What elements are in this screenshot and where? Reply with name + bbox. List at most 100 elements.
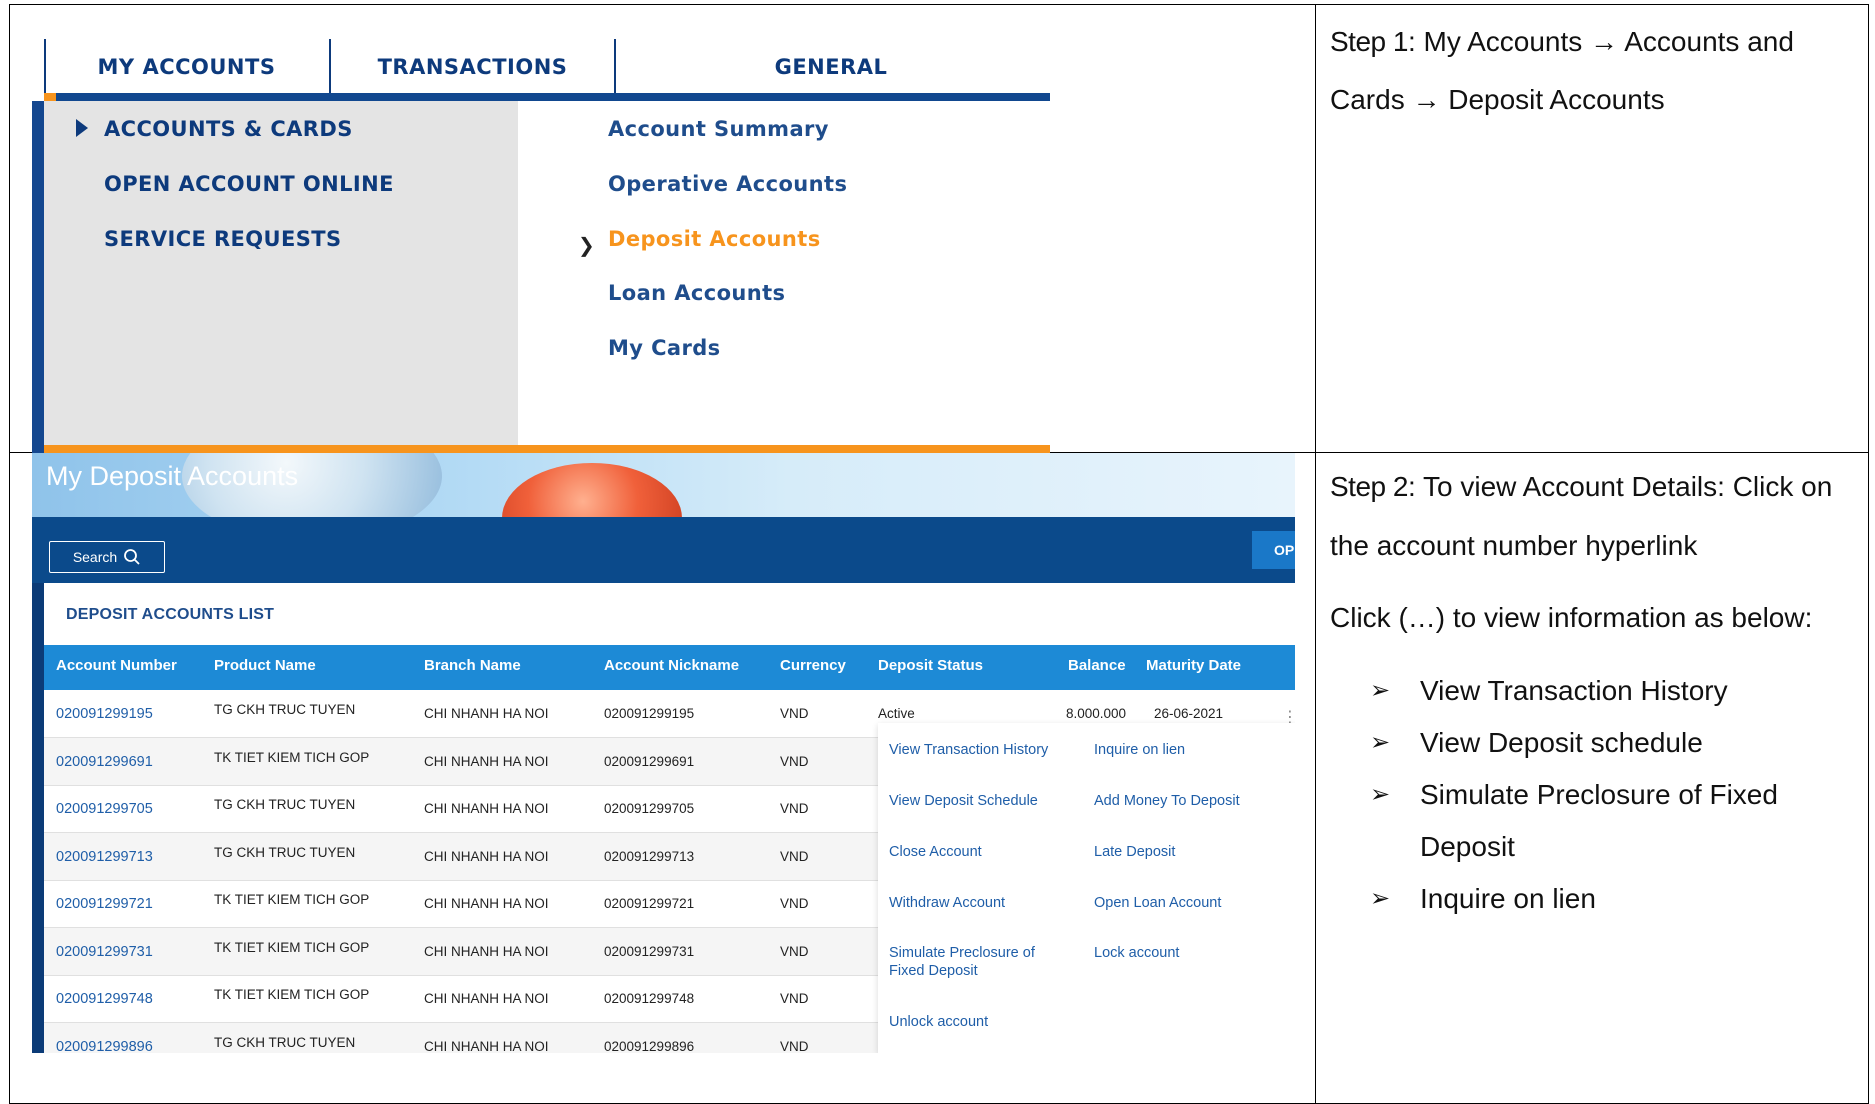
action-unlock-account[interactable]: Unlock account bbox=[889, 1013, 988, 1031]
submenu-my-cards[interactable]: My Cards bbox=[608, 336, 721, 360]
top-navigation: MY ACCOUNTS TRANSACTIONS GENERAL bbox=[44, 39, 1050, 95]
currency: VND bbox=[780, 943, 809, 959]
menu-left-panel bbox=[44, 101, 518, 445]
account-number-link[interactable]: 020091299195 bbox=[56, 706, 153, 722]
account-number-link[interactable]: 020091299896 bbox=[56, 1039, 153, 1054]
menu-right-panel bbox=[518, 101, 1050, 445]
submenu-account-summary[interactable]: Account Summary bbox=[608, 117, 829, 141]
step1-text-cell: Step 1: My Accounts → Accounts and Cards… bbox=[1315, 4, 1869, 453]
account-number-link[interactable]: 020091299713 bbox=[56, 849, 153, 865]
product-name: TK TIET KIEM TICH GOP bbox=[214, 939, 370, 955]
submenu-deposit-accounts[interactable]: Deposit Accounts bbox=[608, 227, 821, 251]
branch-name: CHI NHANH HA NOI bbox=[424, 896, 549, 911]
account-number-link[interactable]: 020091299721 bbox=[56, 896, 153, 912]
header-branch-name: Branch Name bbox=[424, 657, 521, 674]
bullet-item: ➢ Inquire on lien bbox=[1370, 873, 1854, 925]
arrow-bullet-icon: ➢ bbox=[1370, 677, 1391, 704]
action-view-deposit-schedule[interactable]: View Deposit Schedule bbox=[889, 792, 1038, 810]
tab-transactions[interactable]: TRANSACTIONS bbox=[331, 39, 614, 95]
submenu-operative-accounts[interactable]: Operative Accounts bbox=[608, 172, 847, 196]
background-edge bbox=[32, 583, 44, 1053]
maturity-date: 26-06-2021 bbox=[1154, 706, 1224, 721]
tab-general[interactable]: GENERAL bbox=[616, 39, 1046, 95]
action-close-account[interactable]: Close Account bbox=[889, 843, 982, 861]
bullet-item: ➢ View Transaction History bbox=[1370, 665, 1854, 717]
account-nickname: 020091299705 bbox=[604, 801, 695, 816]
account-nickname: 020091299748 bbox=[604, 991, 695, 1006]
currency: VND bbox=[780, 753, 809, 769]
product-name: TG CKH TRUC TUYEN bbox=[214, 844, 356, 860]
info-bullet-list: ➢ View Transaction History ➢ View Deposit … bbox=[1370, 665, 1854, 925]
account-nickname: 020091299896 bbox=[604, 1038, 695, 1054]
action-inquire-on-lien[interactable]: Inquire on lien bbox=[1094, 741, 1185, 759]
list-title: DEPOSIT ACCOUNTS LIST bbox=[66, 606, 275, 623]
product-name: TK TIET KIEM TICH GOP bbox=[214, 892, 370, 907]
branch-name: CHI NHANH HA NOI bbox=[424, 753, 549, 769]
arrow-bullet-icon: ➢ bbox=[1370, 885, 1391, 912]
action-view-transaction-history[interactable]: View Transaction History bbox=[889, 741, 1048, 759]
header-product-name: Product Name bbox=[214, 657, 316, 674]
step2-click-text: Click (…) to view information as below: bbox=[1330, 602, 1813, 633]
open-account-button[interactable]: OPE bbox=[1252, 531, 1295, 569]
submenu-loan-accounts[interactable]: Loan Accounts bbox=[608, 281, 785, 305]
branch-name: CHI NHANH HA NOI bbox=[424, 848, 549, 864]
document-page: MY ACCOUNTS TRANSACTIONS GENERAL ACCOUNT bbox=[0, 0, 1875, 1104]
header-maturity-date: Maturity Date bbox=[1146, 657, 1242, 674]
currency: VND bbox=[780, 991, 809, 1006]
account-number-link[interactable]: 020091299731 bbox=[56, 944, 153, 960]
account-nickname: 020091299713 bbox=[604, 848, 695, 864]
nav-accent bbox=[44, 93, 56, 101]
account-nickname: 020091299691 bbox=[604, 753, 695, 769]
action-add-money-to-deposit[interactable]: Add Money To Deposit bbox=[1094, 792, 1240, 810]
background-edge bbox=[32, 101, 44, 453]
account-number-link[interactable]: 020091299748 bbox=[56, 991, 153, 1007]
account-number-link[interactable]: 020091299691 bbox=[56, 754, 153, 770]
arrow-bullet-icon: ➢ bbox=[1370, 781, 1391, 808]
balance: 8.000.000 bbox=[1066, 706, 1127, 721]
bullet-item: ➢ Simulate Preclosure of Fixed Deposit bbox=[1370, 769, 1854, 873]
header-deposit-status: Deposit Status bbox=[878, 657, 984, 674]
currency: VND bbox=[780, 848, 809, 864]
account-nickname: 020091299721 bbox=[604, 896, 695, 911]
action-simulate-preclosure[interactable]: Simulate Preclosure of Fixed Deposit bbox=[889, 944, 1059, 980]
product-name: TG CKH TRUC TUYEN bbox=[214, 797, 356, 812]
header-account-number: Account Number bbox=[56, 657, 177, 674]
bullet-text: Inquire on lien bbox=[1420, 883, 1596, 914]
search-button[interactable]: Search bbox=[49, 541, 165, 573]
step1-screenshot-cell: MY ACCOUNTS TRANSACTIONS GENERAL ACCOUNT bbox=[9, 4, 1316, 453]
deposit-status: Active bbox=[878, 706, 915, 721]
currency: VND bbox=[780, 1038, 809, 1054]
step2-text-cell: Step 2: To view Account Details: Click o… bbox=[1315, 452, 1869, 1104]
step2-screenshot-cell: My Deposit Accounts Search OPE DEPOSIT A… bbox=[9, 452, 1316, 1104]
row-actions-menu: View Transaction History View Deposit Sc… bbox=[878, 723, 1295, 1053]
caret-right-icon bbox=[76, 119, 88, 137]
step2-label: Step 2 bbox=[1330, 471, 1408, 502]
action-open-loan-account[interactable]: Open Loan Account bbox=[1094, 894, 1221, 912]
tab-my-accounts[interactable]: MY ACCOUNTS bbox=[44, 39, 329, 95]
currency: VND bbox=[780, 706, 809, 721]
page-title: My Deposit Accounts bbox=[46, 461, 299, 491]
branch-name: CHI NHANH HA NOI bbox=[424, 943, 549, 959]
currency: VND bbox=[780, 896, 809, 911]
branch-name: CHI NHANH HA NOI bbox=[424, 801, 549, 816]
product-name: TK TIET KIEM TICH GOP bbox=[214, 987, 370, 1002]
action-bar bbox=[32, 517, 1295, 583]
branch-name: CHI NHANH HA NOI bbox=[424, 706, 549, 721]
step1-label: Step 1 bbox=[1330, 26, 1408, 57]
product-name: TG CKH TRUC TUYEN bbox=[214, 702, 356, 717]
instruction-table: MY ACCOUNTS TRANSACTIONS GENERAL ACCOUNT bbox=[9, 4, 1869, 1104]
action-withdraw-account[interactable]: Withdraw Account bbox=[889, 894, 1005, 912]
menu-item-open-account-online[interactable]: OPEN ACCOUNT ONLINE bbox=[104, 172, 394, 196]
menu-item-accounts-cards[interactable]: ACCOUNTS & CARDS bbox=[104, 117, 353, 141]
chevron-right-icon: ❯ bbox=[578, 235, 595, 257]
action-late-deposit[interactable]: Late Deposit bbox=[1094, 843, 1175, 861]
action-lock-account[interactable]: Lock account bbox=[1094, 944, 1179, 962]
header-balance: Balance bbox=[1068, 657, 1126, 674]
search-icon bbox=[124, 549, 140, 565]
account-nickname: 020091299195 bbox=[604, 706, 695, 721]
menu-item-service-requests[interactable]: SERVICE REQUESTS bbox=[104, 227, 342, 251]
bullet-text: Simulate Preclosure of Fixed Deposit bbox=[1420, 779, 1778, 862]
header-account-nickname: Account Nickname bbox=[604, 657, 740, 674]
bullet-text: View Transaction History bbox=[1420, 675, 1728, 706]
account-number-link[interactable]: 020091299705 bbox=[56, 801, 153, 817]
